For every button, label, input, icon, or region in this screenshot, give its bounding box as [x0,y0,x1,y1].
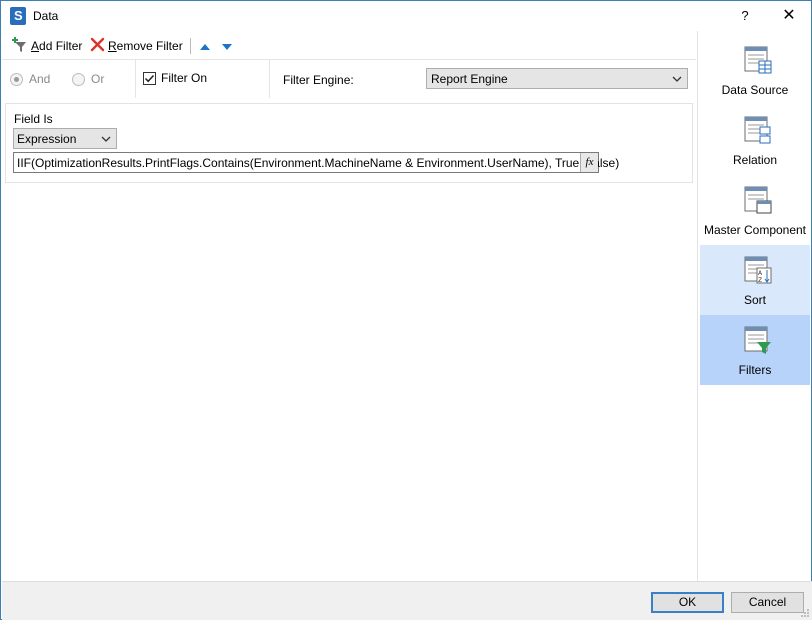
arrow-down-icon [222,44,232,50]
nav-master-component[interactable]: Master Component [700,175,810,245]
nav-label: Sort [743,293,766,307]
data-source-icon [744,46,772,74]
cancel-button[interactable]: Cancel [731,592,804,613]
remove-filter-button[interactable]: Remove Filter [90,37,183,55]
nav-data-source[interactable]: Data Source [700,35,810,105]
data-dialog: S Data ? ✕ Add Filter Remove Filter And … [0,0,812,620]
chevron-down-icon [101,136,111,142]
options-separator [269,60,270,98]
filter-toolbar: Add Filter Remove Filter [2,31,696,59]
or-radio-label: Or [91,72,105,86]
dialog-footer: OK Cancel [2,581,812,620]
title-bar: S Data ? ✕ [1,1,811,31]
and-radio-circle [10,72,23,86]
expression-editor-button[interactable]: fx [580,153,598,172]
field-is-label: Field Is [14,112,53,126]
add-filter-button[interactable]: Add Filter [12,36,83,56]
nav-label: Filters [738,363,772,377]
master-component-icon [744,186,772,214]
checkmark-icon [144,74,155,82]
svg-text:Z: Z [758,277,762,284]
sort-icon: A Z [744,256,772,284]
move-up-button[interactable] [199,41,211,51]
close-button[interactable]: ✕ [776,5,802,27]
nav-label: Master Component [703,223,807,237]
or-radio[interactable]: Or [72,72,104,86]
data-nav-panel: Data Source Relation Master Component A … [697,31,811,581]
filters-icon [744,326,771,354]
add-filter-icon [12,36,28,56]
nav-label: Data Source [721,83,789,97]
app-logo-icon: S [10,7,26,25]
filter-engine-label: Filter Engine: [283,73,354,87]
options-separator [135,60,136,98]
field-is-value: Expression [17,132,77,146]
filter-condition-panel: Field Is Expression IIF(OptimizationResu… [5,103,693,183]
resize-grip-icon[interactable] [800,608,810,618]
filter-options-row: And Or Filter On Filter Engine: Report E… [2,59,696,98]
fx-icon: fx [585,156,594,168]
nav-label: Relation [732,153,778,167]
filter-engine-value: Report Engine [431,72,508,86]
filter-on-checkbox[interactable]: Filter On [143,71,207,85]
expression-value: IIF(OptimizationResults.PrintFlags.Conta… [17,156,620,170]
remove-filter-label: Remove Filter [108,39,183,53]
and-radio-label: And [29,72,51,86]
toolbar-separator [190,38,191,54]
remove-filter-icon [90,37,105,55]
window-title: Data [33,9,59,23]
relation-icon [744,116,771,144]
add-filter-label: Add Filter [31,39,83,53]
help-button[interactable]: ? [734,5,756,27]
filter-on-label: Filter On [161,71,208,85]
arrow-up-icon [200,44,210,50]
or-radio-circle [72,72,85,86]
filter-on-checkbox-box [143,71,156,85]
nav-relation[interactable]: Relation [700,105,810,175]
and-radio[interactable]: And [10,72,50,86]
filter-engine-select[interactable]: Report Engine [426,68,688,89]
ok-button[interactable]: OK [651,592,724,613]
field-is-select[interactable]: Expression [13,128,117,149]
nav-filters[interactable]: Filters [700,315,810,385]
nav-sort[interactable]: A Z Sort [700,245,810,315]
expression-input[interactable]: IIF(OptimizationResults.PrintFlags.Conta… [13,152,619,173]
move-down-button[interactable] [221,41,233,51]
chevron-down-icon [672,76,682,82]
